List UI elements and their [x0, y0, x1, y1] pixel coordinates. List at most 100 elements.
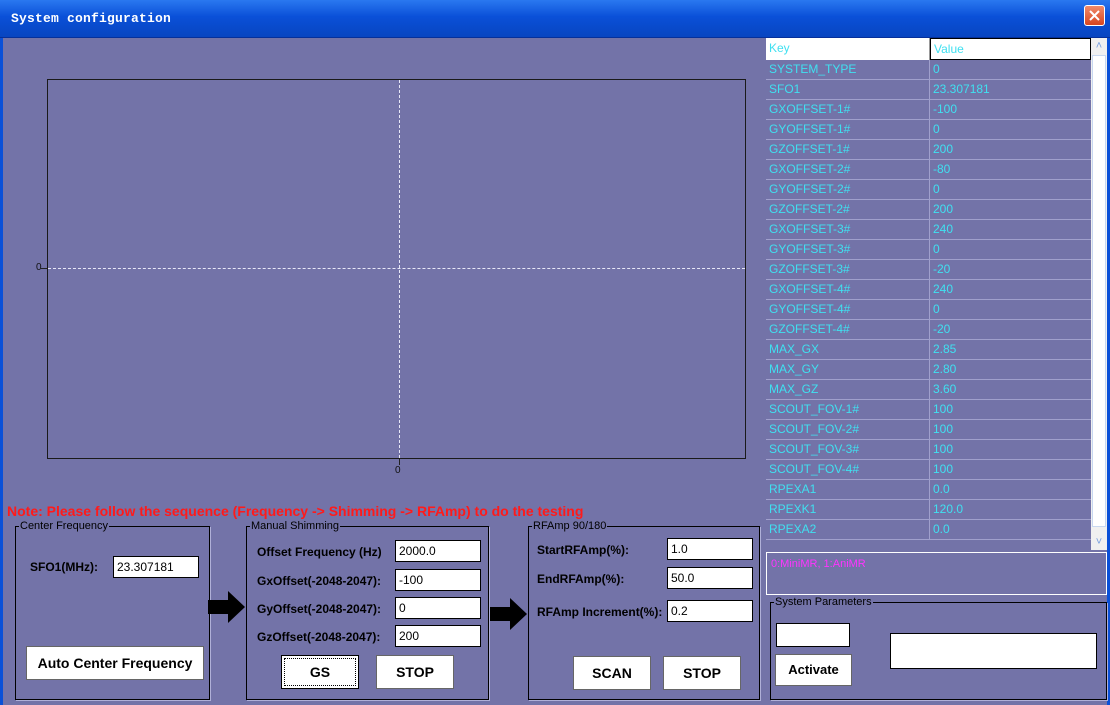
table-row[interactable]: SCOUT_FOV-3# 100 — [766, 440, 1091, 460]
activate-button[interactable]: Activate — [775, 654, 852, 686]
table-row[interactable]: GXOFFSET-2# -80 — [766, 160, 1091, 180]
table-row[interactable]: SCOUT_FOV-1# 100 — [766, 400, 1091, 420]
param-value-cell[interactable]: 120.0 — [930, 500, 1091, 519]
table-row[interactable]: RPEXA1 0.0 — [766, 480, 1091, 500]
table-row[interactable]: GZOFFSET-4# -20 — [766, 320, 1091, 340]
auto-center-frequency-button[interactable]: Auto Center Frequency — [26, 646, 204, 680]
param-key-cell[interactable]: GYOFFSET-1# — [766, 120, 930, 139]
param-key-cell[interactable]: GYOFFSET-2# — [766, 180, 930, 199]
param-key-cell[interactable]: SYSTEM_TYPE — [766, 60, 930, 79]
system-parameters-legend: System Parameters — [775, 596, 872, 608]
param-key-cell[interactable]: SCOUT_FOV-4# — [766, 460, 930, 479]
table-row[interactable]: GXOFFSET-4# 240 — [766, 280, 1091, 300]
param-key-cell[interactable]: GZOFFSET-2# — [766, 200, 930, 219]
param-key-cell[interactable]: GXOFFSET-2# — [766, 160, 930, 179]
table-row[interactable]: GZOFFSET-2# 200 — [766, 200, 1091, 220]
sfo1-input[interactable] — [113, 556, 199, 578]
param-value-cell[interactable]: 0.0 — [930, 480, 1091, 499]
param-key-cell[interactable]: MAX_GX — [766, 340, 930, 359]
table-row[interactable]: MAX_GX 2.85 — [766, 340, 1091, 360]
status-display-field[interactable] — [890, 633, 1097, 669]
param-key-cell[interactable]: GZOFFSET-1# — [766, 140, 930, 159]
close-button[interactable] — [1084, 5, 1105, 26]
param-key-cell[interactable]: GZOFFSET-3# — [766, 260, 930, 279]
param-value-cell[interactable]: 0 — [930, 120, 1091, 139]
scroll-thumb[interactable] — [1092, 55, 1106, 527]
rfamp-stop-button[interactable]: STOP — [663, 656, 741, 690]
param-key-cell[interactable]: RPEXK1 — [766, 500, 930, 519]
gy-offset-input[interactable] — [395, 597, 481, 619]
param-value-cell[interactable]: 100 — [930, 440, 1091, 459]
right-arrow-icon — [208, 591, 245, 623]
param-key-cell[interactable]: MAX_GZ — [766, 380, 930, 399]
scroll-down-icon[interactable]: ˅ — [1091, 534, 1107, 550]
param-value-cell[interactable]: 0.0 — [930, 520, 1091, 539]
param-key-cell[interactable]: SCOUT_FOV-1# — [766, 400, 930, 419]
start-rfamp-input[interactable] — [667, 538, 753, 560]
param-key-cell[interactable]: SCOUT_FOV-2# — [766, 420, 930, 439]
param-value-cell[interactable]: 240 — [930, 280, 1091, 299]
table-row[interactable]: GYOFFSET-2# 0 — [766, 180, 1091, 200]
param-value-cell[interactable]: 0 — [930, 180, 1091, 199]
param-value-cell[interactable]: 100 — [930, 420, 1091, 439]
table-row[interactable]: GZOFFSET-1# 200 — [766, 140, 1091, 160]
param-value-cell[interactable]: 200 — [930, 200, 1091, 219]
table-row[interactable]: SCOUT_FOV-2# 100 — [766, 420, 1091, 440]
offset-frequency-input[interactable] — [395, 540, 481, 562]
param-key-cell[interactable]: GZOFFSET-4# — [766, 320, 930, 339]
gx-offset-input[interactable] — [395, 569, 481, 591]
table-scrollbar[interactable]: ˄ ˅ — [1091, 38, 1107, 550]
activation-code-input[interactable] — [776, 623, 850, 647]
param-value-cell[interactable]: -20 — [930, 320, 1091, 339]
param-value-cell[interactable]: 2.80 — [930, 360, 1091, 379]
param-key-cell[interactable]: GYOFFSET-3# — [766, 240, 930, 259]
param-value-cell[interactable]: 0 — [930, 60, 1091, 79]
key-column-header[interactable]: Key — [766, 38, 930, 60]
table-row[interactable]: SYSTEM_TYPE 0 — [766, 60, 1091, 80]
gz-offset-input[interactable] — [395, 625, 481, 647]
table-row[interactable]: MAX_GZ 3.60 — [766, 380, 1091, 400]
param-key-cell[interactable]: MAX_GY — [766, 360, 930, 379]
param-value-cell[interactable]: 0 — [930, 240, 1091, 259]
param-value-cell[interactable]: 0 — [930, 300, 1091, 319]
table-row[interactable]: GYOFFSET-4# 0 — [766, 300, 1091, 320]
param-value-cell[interactable]: -100 — [930, 100, 1091, 119]
shimming-stop-button[interactable]: STOP — [376, 655, 454, 689]
table-row[interactable]: GYOFFSET-1# 0 — [766, 120, 1091, 140]
table-row[interactable]: RPEXK1 120.0 — [766, 500, 1091, 520]
param-value-cell[interactable]: 3.60 — [930, 380, 1091, 399]
gs-button[interactable]: GS — [281, 655, 359, 689]
scan-button[interactable]: SCAN — [573, 656, 651, 690]
param-key-cell[interactable]: GXOFFSET-3# — [766, 220, 930, 239]
value-column-header[interactable]: Value — [930, 38, 1091, 60]
parameter-table[interactable]: Key Value SYSTEM_TYPE 0 SFO1 23.307181 GXOFF… — [766, 38, 1107, 550]
param-value-cell[interactable]: 23.307181 — [930, 80, 1091, 99]
table-row[interactable]: GYOFFSET-3# 0 — [766, 240, 1091, 260]
param-value-cell[interactable]: -20 — [930, 260, 1091, 279]
param-key-cell[interactable]: GXOFFSET-4# — [766, 280, 930, 299]
param-value-cell[interactable]: 100 — [930, 400, 1091, 419]
param-key-cell[interactable]: GYOFFSET-4# — [766, 300, 930, 319]
param-value-cell[interactable]: 240 — [930, 220, 1091, 239]
table-row[interactable]: MAX_GY 2.80 — [766, 360, 1091, 380]
param-key-cell[interactable]: RPEXA1 — [766, 480, 930, 499]
table-row[interactable]: GXOFFSET-3# 240 — [766, 220, 1091, 240]
table-row[interactable]: SFO1 23.307181 — [766, 80, 1091, 100]
scroll-up-icon[interactable]: ˄ — [1091, 38, 1107, 54]
table-row[interactable]: GXOFFSET-1# -100 — [766, 100, 1091, 120]
param-key-cell[interactable]: SFO1 — [766, 80, 930, 99]
gy-offset-label: GyOffset(-2048-2047): — [257, 602, 382, 616]
param-value-cell[interactable]: -80 — [930, 160, 1091, 179]
table-row[interactable]: SCOUT_FOV-4# 100 — [766, 460, 1091, 480]
param-value-cell[interactable]: 200 — [930, 140, 1091, 159]
table-row[interactable]: RPEXA2 0.0 — [766, 520, 1091, 540]
table-row[interactable]: GZOFFSET-3# -20 — [766, 260, 1091, 280]
param-value-cell[interactable]: 2.85 — [930, 340, 1091, 359]
param-value-cell[interactable]: 100 — [930, 460, 1091, 479]
param-key-cell[interactable]: RPEXA2 — [766, 520, 930, 539]
param-key-cell[interactable]: SCOUT_FOV-3# — [766, 440, 930, 459]
table-body: SYSTEM_TYPE 0 SFO1 23.307181 GXOFFSET-1# -100… — [766, 60, 1091, 540]
end-rfamp-input[interactable] — [667, 567, 753, 589]
rfamp-increment-input[interactable] — [667, 600, 753, 622]
param-key-cell[interactable]: GXOFFSET-1# — [766, 100, 930, 119]
